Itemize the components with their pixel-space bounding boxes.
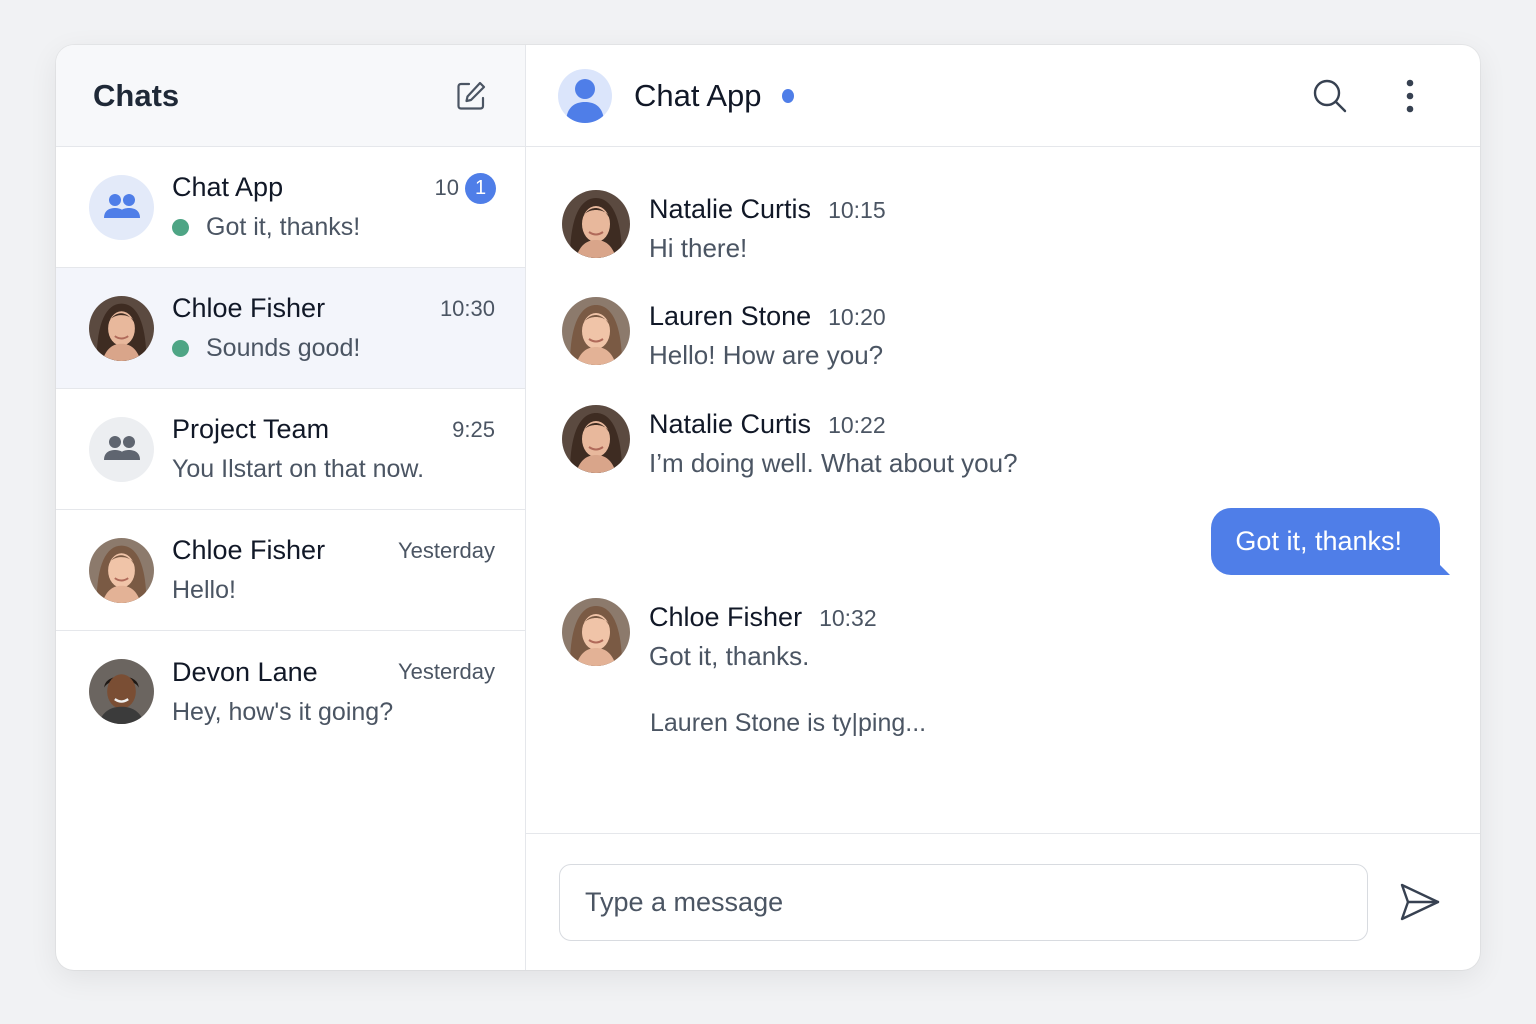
chat-name: Devon Lane [172, 656, 318, 687]
chat-time: 9:25 [452, 416, 495, 442]
conversation-title: Chat App [634, 77, 762, 113]
message-time: 10:32 [819, 605, 877, 631]
sidebar-title: Chats [93, 77, 180, 113]
chat-preview: Got it, thanks! [206, 213, 361, 241]
chat-item-chloe-fisher[interactable]: Chloe Fisher 10:30 Sounds good! [56, 268, 525, 389]
chat-time: 10 [434, 174, 459, 200]
chat-preview: Sounds good! [206, 334, 361, 362]
message-text: Hi there! [649, 233, 748, 263]
outgoing-message-bubble: Got it, thanks! [1211, 508, 1450, 575]
avatar[interactable] [558, 68, 612, 123]
compose-icon [457, 81, 486, 110]
chat-time: 10:30 [439, 295, 495, 321]
avatar [89, 296, 154, 361]
chat-item-chat-app[interactable]: Chat App 10 Got it, thanks! 1 [56, 147, 525, 268]
online-indicator [172, 219, 189, 236]
message-item: Chloe Fisher 10:32 Got it, thanks. [562, 598, 877, 672]
send-button[interactable] [1396, 878, 1444, 926]
send-icon [1400, 883, 1440, 921]
user-icon [566, 78, 604, 123]
chat-time: Yesterday [397, 659, 495, 684]
status-indicator [781, 88, 794, 103]
message-composer [526, 833, 1480, 970]
online-indicator [172, 340, 189, 357]
chat-preview: Hey, how's it going? [172, 697, 394, 726]
avatar [562, 297, 630, 365]
avatar [562, 598, 630, 666]
message-text: I’m doing well. What about you? [649, 448, 1018, 478]
avatar [89, 659, 154, 724]
message-text: Got it, thanks. [649, 641, 810, 671]
chat-name: Chat App [172, 172, 284, 202]
message-time: 10:20 [828, 304, 886, 330]
chat-item-devon-lane[interactable]: Devon Lane Yesterday Hey, how's it going… [56, 631, 525, 752]
message-sender: Natalie Curtis [649, 194, 812, 224]
message-sender: Chloe Fisher [649, 602, 803, 632]
message-item: Natalie Curtis 10:22 I’m doing well. Wha… [562, 405, 1018, 479]
message-list: Natalie Curtis 10:15 Hi there! Lauren St… [526, 147, 1480, 833]
group-icon [102, 429, 142, 469]
chat-preview: You Ilstart on that now. [172, 455, 425, 483]
message-text: Hello! How are you? [649, 340, 884, 370]
group-icon [102, 187, 142, 227]
avatar [562, 190, 630, 258]
avatar [89, 538, 154, 603]
more-vertical-icon [1406, 79, 1414, 112]
chat-item-chloe-fisher-2[interactable]: Chloe Fisher Yesterday Hello! [56, 510, 525, 631]
chat-name: Project Team [172, 414, 330, 444]
unread-badge: 1 [465, 173, 496, 204]
chat-time: Yesterday [397, 537, 495, 563]
sidebar-header: Chats [56, 45, 525, 147]
typing-indicator: Lauren Stone is ty|ping... [650, 709, 927, 737]
chat-list-sidebar: Chats Chat App 10 Got it, thanks! 1 Chlo… [56, 45, 526, 970]
message-time: 10:22 [828, 412, 886, 438]
chat-preview: Hello! [172, 576, 236, 604]
message-input[interactable] [559, 863, 1368, 941]
avatar [89, 416, 154, 482]
message-item: Natalie Curtis 10:15 Hi there! [562, 190, 886, 264]
message-sender: Lauren Stone [649, 301, 812, 331]
conversation-pane: Chat App Natalie Curtis 10:15 Hi there! … [526, 45, 1480, 970]
conversation-header: Chat App [526, 45, 1480, 147]
chat-window: Chats Chat App 10 Got it, thanks! 1 Chlo… [56, 45, 1480, 970]
more-options-button[interactable] [1390, 76, 1430, 116]
avatar [89, 174, 154, 240]
compose-button[interactable] [453, 78, 489, 114]
search-button[interactable] [1310, 76, 1350, 116]
avatar [562, 405, 630, 473]
chat-name: Chloe Fisher [172, 293, 326, 323]
chat-item-project-team[interactable]: Project Team 9:25 You Ilstart on that no… [56, 389, 525, 510]
message-item: Lauren Stone 10:20 Hello! How are you? [562, 297, 886, 371]
search-icon [1313, 79, 1347, 112]
chat-name: Chloe Fisher [172, 535, 326, 565]
message-sender: Natalie Curtis [649, 409, 812, 439]
message-time: 10:15 [828, 197, 886, 223]
